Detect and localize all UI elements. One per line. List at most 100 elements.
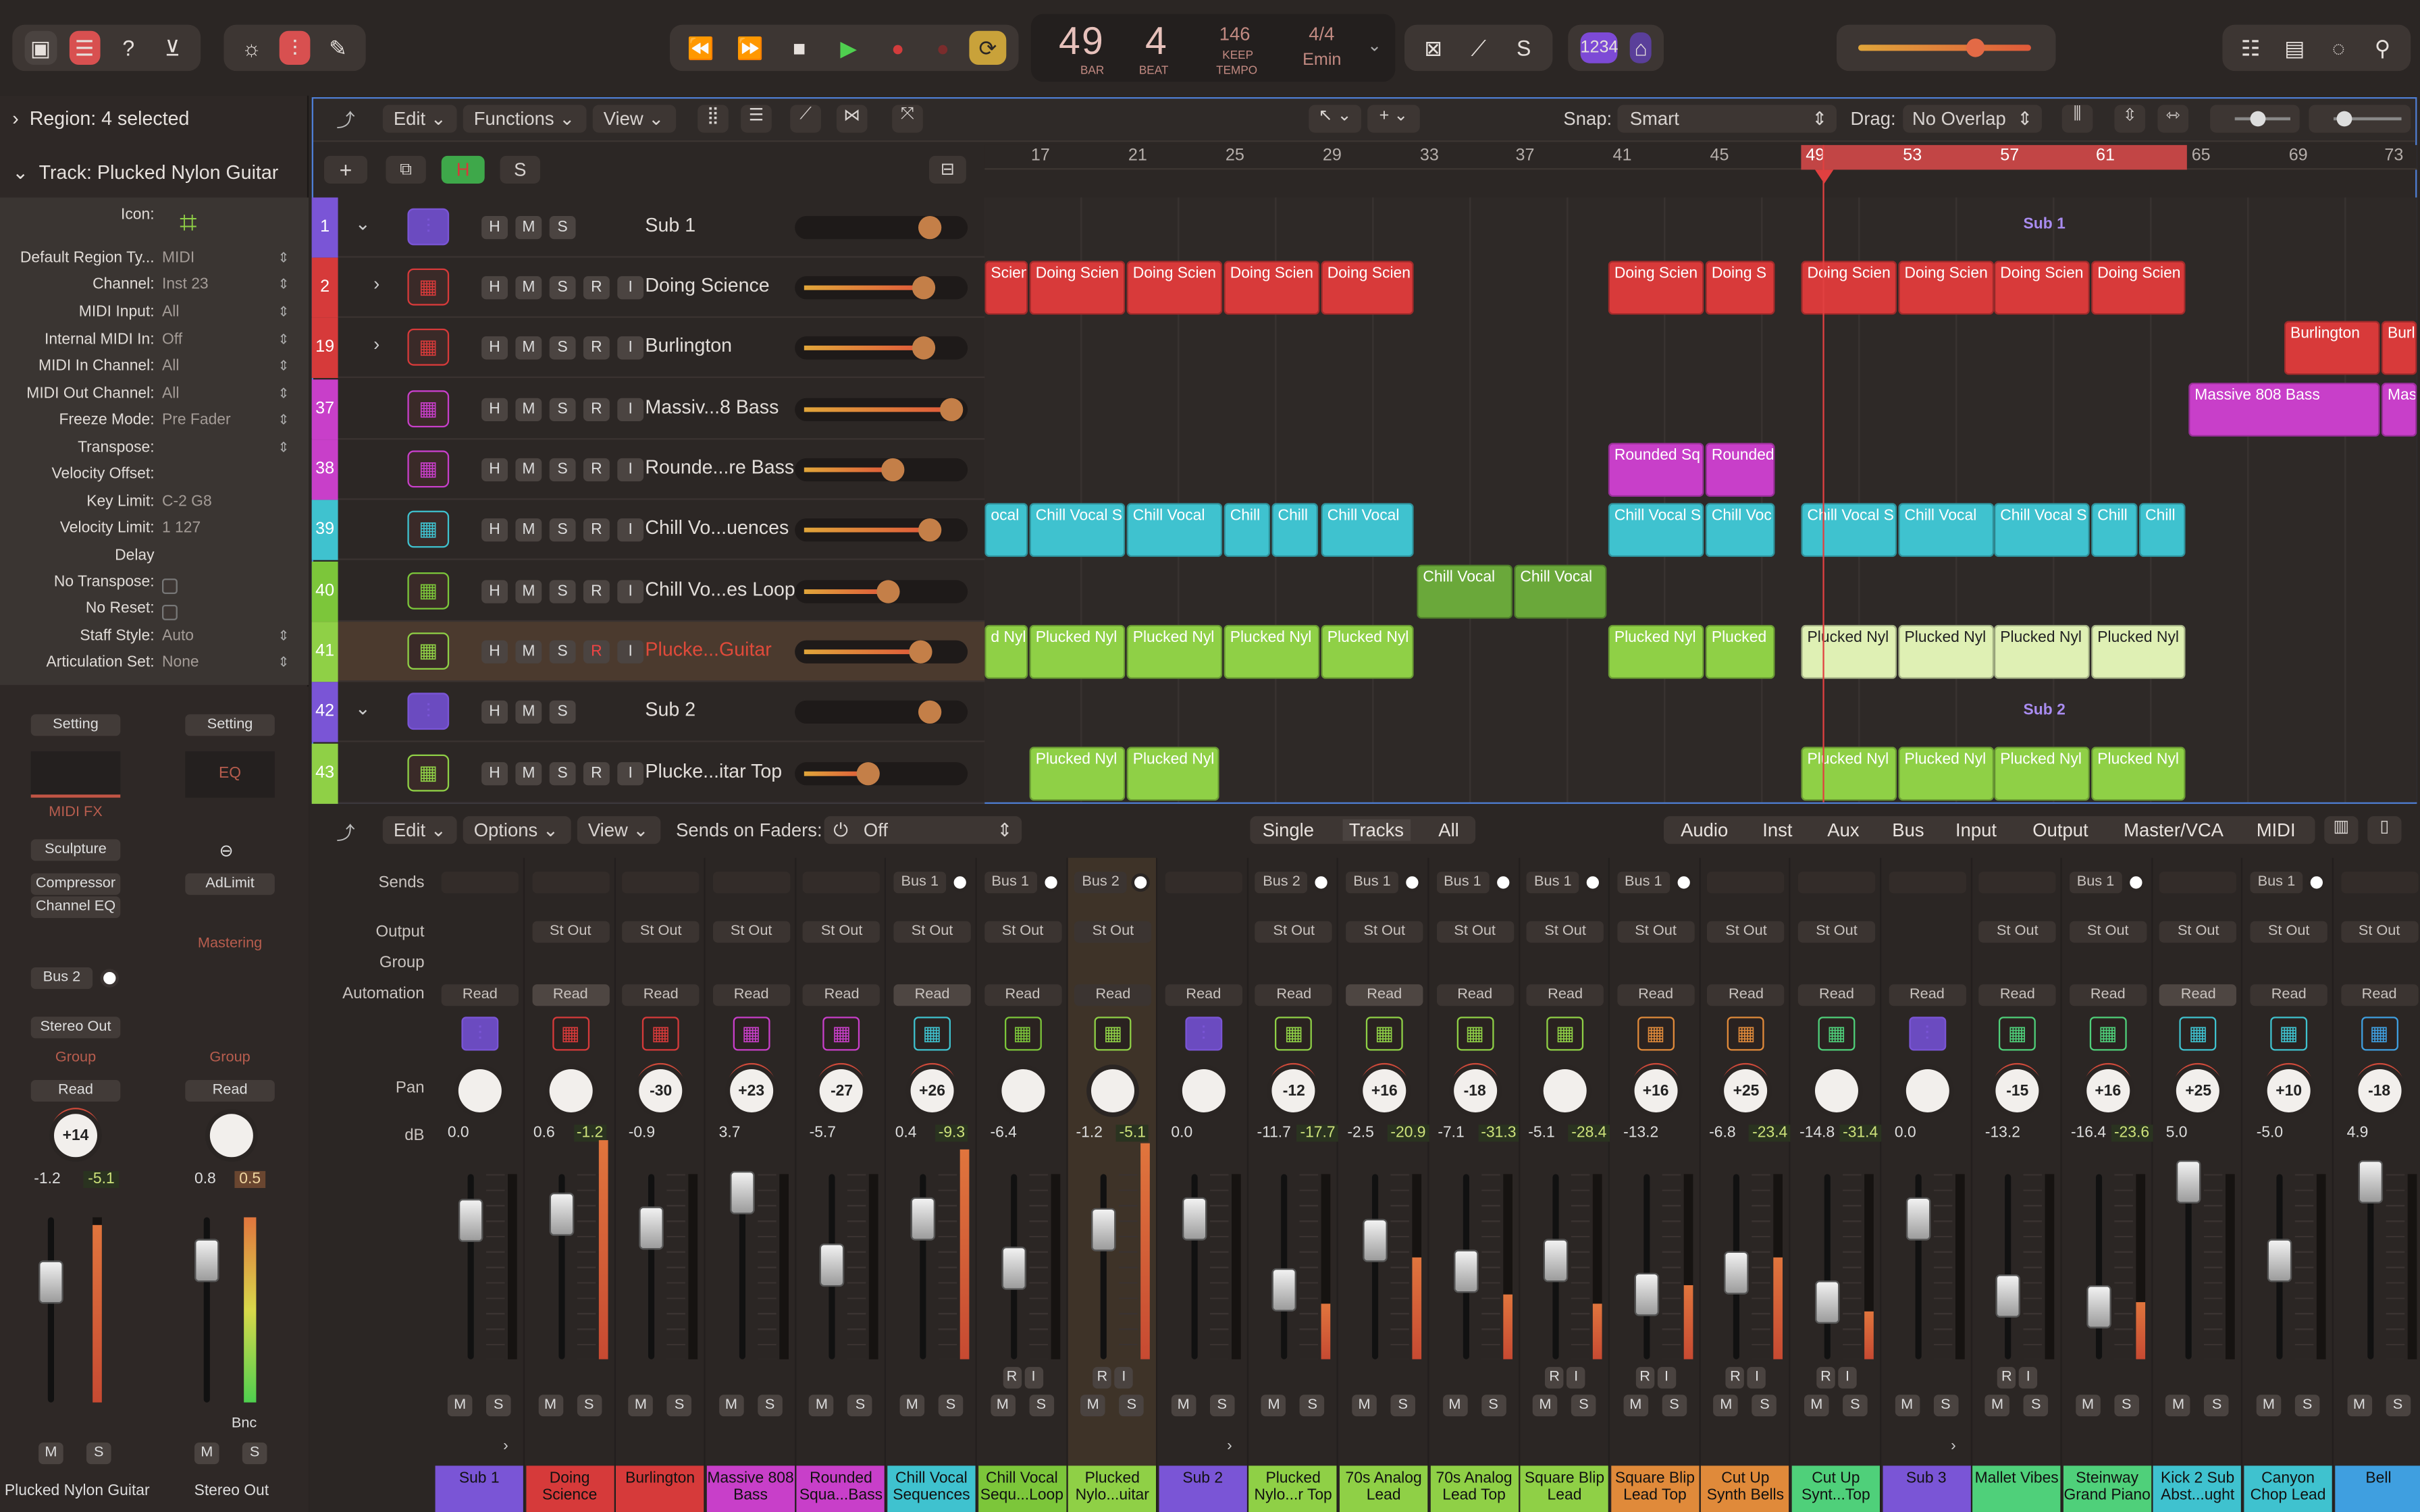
cycle-icon[interactable]: ⟳ bbox=[969, 30, 1007, 65]
inspector-row[interactable]: Default Region Ty... MIDI ⇕ bbox=[0, 250, 309, 276]
output-slot[interactable]: St Out bbox=[2340, 921, 2418, 943]
channel-name[interactable]: Rounded Squa...Bass bbox=[797, 1465, 885, 1512]
region[interactable]: Plucked Nyl bbox=[1801, 624, 1897, 679]
track-row[interactable]: 43 ▦ H M S R I Plucke...itar Top bbox=[311, 743, 985, 804]
track-s-button[interactable]: S bbox=[549, 700, 576, 724]
solo-button[interactable]: S bbox=[485, 1395, 511, 1417]
hide-tracks-button[interactable]: H bbox=[441, 155, 485, 184]
channel-name[interactable]: Square Blip Lead bbox=[1520, 1465, 1609, 1512]
send-slot-empty[interactable] bbox=[2159, 871, 2237, 894]
output-slot[interactable]: St Out bbox=[1616, 921, 1695, 943]
updown-icon[interactable]: ⇕ bbox=[278, 385, 289, 402]
filter-output-button[interactable]: Output bbox=[2032, 819, 2088, 841]
solo-button[interactable]: S bbox=[2113, 1395, 2139, 1417]
flex-icon[interactable]: ⋈ bbox=[836, 105, 868, 133]
catch-icon[interactable]: ⤧ bbox=[892, 105, 923, 133]
region[interactable]: Chill Vocal bbox=[1898, 503, 1995, 558]
v-zoom-knob[interactable] bbox=[2250, 111, 2266, 127]
send-slot[interactable]: Bus 1 bbox=[2250, 871, 2303, 894]
track-s-button[interactable]: S bbox=[549, 458, 576, 482]
add-track-button[interactable]: + bbox=[323, 155, 367, 184]
grid-view-icon[interactable]: ⣿ bbox=[698, 105, 729, 133]
mute-button[interactable]: M bbox=[1171, 1395, 1196, 1417]
disclosure-icon[interactable]: › bbox=[373, 333, 379, 355]
send-slot[interactable]: Bus 2 bbox=[1074, 871, 1127, 894]
right-pan-knob[interactable] bbox=[209, 1114, 253, 1158]
input-monitor-button[interactable]: I bbox=[1838, 1367, 1857, 1389]
inspector-row[interactable]: No Transpose: bbox=[0, 574, 309, 600]
plugin-sculpture[interactable]: Sculpture bbox=[30, 839, 121, 861]
filter-audio-button[interactable]: Audio bbox=[1681, 819, 1728, 841]
eq-display[interactable]: EQ bbox=[185, 751, 275, 798]
output-slot[interactable]: St Out bbox=[1978, 921, 2056, 943]
mode-all-button[interactable]: All bbox=[1438, 819, 1458, 841]
track-row[interactable]: 1 ⌄ ⫶ H M S Sub 1 bbox=[311, 197, 985, 258]
channel-name[interactable]: 70s Analog Lead Top bbox=[1429, 1465, 1519, 1512]
track-r-button[interactable]: R bbox=[583, 398, 610, 421]
volume-knob[interactable] bbox=[939, 398, 964, 421]
channel-name[interactable]: Massive 808 Bass bbox=[706, 1465, 795, 1512]
notepad-icon[interactable]: ▤ bbox=[2279, 31, 2311, 65]
solo-button[interactable]: S bbox=[1390, 1395, 1415, 1417]
record-arm-button[interactable]: R bbox=[1093, 1367, 1112, 1389]
list-editors-icon[interactable]: ☷ bbox=[2235, 31, 2267, 65]
track-volume-slider[interactable] bbox=[795, 518, 968, 542]
region[interactable]: Scien bbox=[984, 261, 1028, 315]
send-knob[interactable] bbox=[1583, 873, 1602, 892]
automation-slot[interactable]: Read bbox=[1616, 984, 1695, 1006]
inspector-row[interactable]: Channel: Inst 23 ⇕ bbox=[0, 276, 309, 302]
solo-button[interactable]: S bbox=[2385, 1395, 2411, 1417]
automation-icon[interactable]: ⟋ bbox=[790, 105, 821, 133]
mute-button[interactable]: M bbox=[1894, 1395, 1920, 1417]
output-slot[interactable]: St Out bbox=[1255, 921, 1333, 943]
quick-help-icon[interactable]: ? bbox=[113, 31, 144, 65]
volume-knob[interactable] bbox=[918, 215, 942, 240]
solo-button[interactable]: S bbox=[1481, 1395, 1506, 1417]
playhead-handle[interactable] bbox=[1814, 169, 1834, 184]
volume-fader[interactable] bbox=[2176, 1160, 2202, 1204]
disclosure-icon[interactable]: ⌄ bbox=[355, 697, 371, 719]
plugin-channel-eq[interactable]: Channel EQ bbox=[30, 896, 121, 918]
volume-fader[interactable] bbox=[820, 1243, 845, 1287]
send-knob[interactable] bbox=[1674, 873, 1693, 892]
record-arm-button[interactable]: R bbox=[1726, 1367, 1745, 1389]
region[interactable]: Doing Scien bbox=[1898, 261, 1995, 315]
filter-aux-button[interactable]: Aux bbox=[1827, 819, 1859, 841]
updown-icon[interactable]: ⇕ bbox=[278, 439, 289, 456]
automation-slot[interactable]: Read bbox=[2340, 984, 2418, 1006]
lcd-display[interactable]: 49 4 BAR BEAT 146 KEEP TEMPO 4/4 Emin ⌄ bbox=[1030, 14, 1396, 82]
output-slot[interactable]: St Out bbox=[1346, 921, 1423, 943]
updown-icon[interactable]: ⇕ bbox=[278, 358, 289, 375]
inspector-row[interactable]: MIDI Out Channel: All ⇕ bbox=[0, 385, 309, 412]
left-group[interactable]: Group bbox=[31, 1049, 121, 1066]
left-pan-knob[interactable]: +14 bbox=[53, 1114, 97, 1158]
region[interactable]: Chill Vocal S bbox=[1608, 503, 1704, 558]
plugin-adlimit[interactable]: AdLimit bbox=[185, 873, 275, 895]
region[interactable]: Chill Vocal bbox=[1514, 564, 1607, 619]
pan-knob[interactable] bbox=[1544, 1069, 1587, 1112]
pan-knob[interactable]: -30 bbox=[639, 1069, 683, 1112]
updown-icon[interactable]: ⇕ bbox=[278, 412, 289, 429]
solo-button[interactable]: S bbox=[1752, 1395, 1777, 1417]
region[interactable]: ocal bbox=[984, 503, 1028, 558]
pan-knob[interactable]: -18 bbox=[1453, 1069, 1497, 1112]
send-knob[interactable] bbox=[1131, 873, 1151, 892]
track-i-button[interactable]: I bbox=[617, 336, 644, 360]
mute-button[interactable]: M bbox=[990, 1395, 1016, 1417]
metronome-icon[interactable]: ⌂ bbox=[1630, 32, 1652, 63]
automation-slot[interactable]: Read bbox=[893, 984, 971, 1006]
region[interactable]: Doing Scien bbox=[1608, 261, 1704, 315]
solo-button[interactable]: S bbox=[1843, 1395, 1868, 1417]
output-slot[interactable]: St Out bbox=[2159, 921, 2237, 943]
region[interactable]: Chill bbox=[1271, 503, 1318, 558]
solo-button[interactable]: S bbox=[666, 1395, 692, 1417]
track-r-button[interactable]: R bbox=[583, 518, 610, 542]
track-h-button[interactable]: H bbox=[481, 215, 508, 240]
send-slot-empty[interactable] bbox=[712, 871, 790, 894]
send-slot[interactable]: Bus 1 bbox=[1526, 871, 1579, 894]
automation-slot[interactable]: Read bbox=[1255, 984, 1333, 1006]
track-m-button[interactable]: M bbox=[515, 580, 542, 603]
send-slot-empty[interactable] bbox=[441, 871, 519, 894]
volume-fader[interactable] bbox=[1001, 1246, 1026, 1290]
send-knob[interactable] bbox=[1312, 873, 1332, 892]
